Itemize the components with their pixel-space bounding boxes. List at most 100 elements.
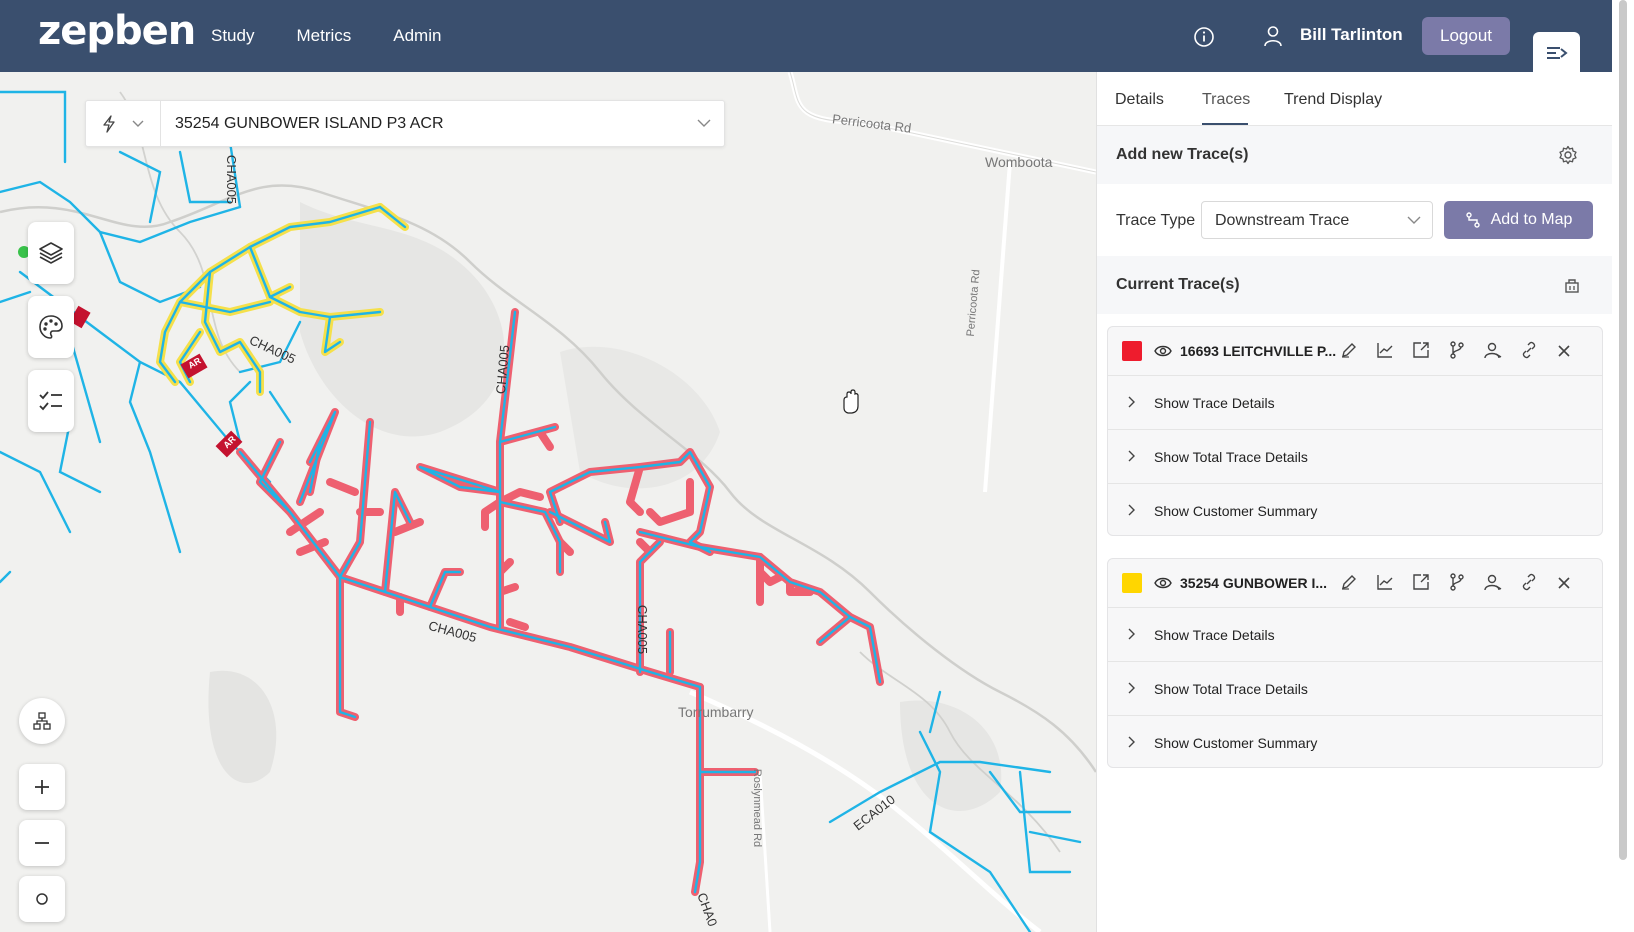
- zoom-to-icon[interactable]: [1412, 573, 1430, 591]
- zoom-in-button[interactable]: [19, 764, 65, 810]
- layers-button[interactable]: [28, 222, 74, 284]
- add-trace-header: Add new Trace(s): [1097, 126, 1613, 184]
- customer-icon[interactable]: [1484, 573, 1502, 591]
- feeder-selector[interactable]: 35254 GUNBOWER ISLAND P3 ACR: [85, 100, 725, 147]
- nav-admin[interactable]: Admin: [393, 26, 441, 46]
- hierarchy-icon: [33, 712, 51, 730]
- scrollbar-thumb[interactable]: [1619, 0, 1627, 860]
- trace-sidebar: Details Traces Trend Display Add new Tra…: [1096, 72, 1613, 932]
- row-label: Show Total Trace Details: [1154, 681, 1308, 697]
- feeder-label: CHA005: [224, 154, 240, 205]
- link-icon[interactable]: [1520, 341, 1538, 359]
- nav-metrics[interactable]: Metrics: [296, 26, 351, 46]
- chart-line-icon[interactable]: [1376, 573, 1394, 591]
- show-customer-summary-row[interactable]: Show Customer Summary: [1108, 483, 1602, 537]
- user-icon: [1263, 25, 1283, 51]
- chevron-down-icon[interactable]: [697, 119, 711, 128]
- chevron-down-icon: [1407, 216, 1421, 224]
- trace-card-header: 35254 GUNBOWER I...: [1108, 559, 1602, 607]
- user-name: Bill Tarlinton: [1300, 25, 1403, 44]
- row-label: Show Customer Summary: [1154, 503, 1318, 519]
- minus-icon: [35, 842, 49, 844]
- hierarchy-button[interactable]: [19, 698, 65, 744]
- edit-icon[interactable]: [1340, 573, 1358, 591]
- close-icon[interactable]: [1557, 344, 1571, 358]
- town-label: Torrumbarry: [678, 704, 754, 720]
- trace-type-select[interactable]: Downstream Trace: [1201, 201, 1433, 239]
- show-trace-details-row[interactable]: Show Trace Details: [1108, 607, 1602, 661]
- show-total-trace-details-row[interactable]: Show Total Trace Details: [1108, 661, 1602, 715]
- checklist-button[interactable]: [28, 370, 74, 432]
- logout-button[interactable]: Logout: [1422, 17, 1510, 55]
- chevron-right-icon: [1128, 450, 1135, 462]
- chevron-right-icon: [1128, 504, 1135, 516]
- tab-trend-display[interactable]: Trend Display: [1284, 91, 1382, 109]
- add-trace-title: Add new Trace(s): [1116, 146, 1249, 163]
- close-icon[interactable]: [1557, 576, 1571, 590]
- zoom-out-button[interactable]: [19, 820, 65, 866]
- trace-name: 35254 GUNBOWER I...: [1180, 575, 1328, 591]
- chevron-right-icon: [1128, 682, 1135, 694]
- add-to-map-label: Add to Map: [1490, 211, 1573, 228]
- row-label: Show Trace Details: [1154, 395, 1275, 411]
- trace-color-swatch[interactable]: [1122, 573, 1142, 593]
- checklist-icon: [39, 391, 62, 411]
- lightning-icon: [103, 114, 115, 133]
- branch-icon[interactable]: [1448, 341, 1466, 359]
- feeder-value: 35254 GUNBOWER ISLAND P3 ACR: [175, 114, 444, 132]
- trace-type-label: Trace Type: [1116, 212, 1196, 229]
- trace-type-value: Downstream Trace: [1215, 212, 1350, 229]
- layers-icon: [39, 242, 63, 264]
- town-label: Womboota: [985, 154, 1053, 170]
- chevron-right-icon: [1128, 628, 1135, 640]
- top-bar: zepben Study Metrics Admin Bill Tarlinto…: [0, 0, 1634, 74]
- tab-traces[interactable]: Traces: [1202, 91, 1250, 109]
- show-customer-summary-row[interactable]: Show Customer Summary: [1108, 715, 1602, 769]
- current-traces-title: Current Trace(s): [1116, 276, 1240, 293]
- feeder-type-dropdown[interactable]: [86, 101, 161, 146]
- gear-icon[interactable]: [1558, 145, 1578, 165]
- trace-card-header: 16693 LEITCHVILLE P...: [1108, 327, 1602, 375]
- plus-icon: [35, 780, 49, 794]
- info-icon[interactable]: [1193, 26, 1215, 52]
- row-label: Show Customer Summary: [1154, 735, 1318, 751]
- chart-line-icon[interactable]: [1376, 341, 1394, 359]
- zepben-logo[interactable]: zepben: [38, 8, 196, 54]
- eye-icon[interactable]: [1154, 576, 1172, 590]
- trace-card: 35254 GUNBOWER I... Show Trace Details S…: [1107, 558, 1603, 768]
- road-label: Roslynmead Rd: [751, 768, 764, 848]
- row-label: Show Total Trace Details: [1154, 449, 1308, 465]
- show-trace-details-row[interactable]: Show Trace Details: [1108, 375, 1602, 429]
- add-to-map-button[interactable]: Add to Map: [1444, 201, 1593, 239]
- panel-toggle-button[interactable]: [1533, 32, 1580, 74]
- current-traces-header: Current Trace(s): [1097, 256, 1613, 314]
- row-label: Show Trace Details: [1154, 627, 1275, 643]
- trace-name: 16693 LEITCHVILLE P...: [1180, 343, 1337, 359]
- main-nav: Study Metrics Admin: [211, 0, 441, 72]
- delete-all-icon[interactable]: [1564, 277, 1580, 293]
- sidebar-tabs: Details Traces Trend Display: [1097, 72, 1613, 126]
- palette-icon: [39, 315, 63, 339]
- trace-color-swatch[interactable]: [1122, 341, 1142, 361]
- trace-card: 16693 LEITCHVILLE P... Show Trace Detail…: [1107, 326, 1603, 536]
- edit-icon[interactable]: [1340, 341, 1358, 359]
- link-icon[interactable]: [1520, 573, 1538, 591]
- zoom-to-icon[interactable]: [1412, 341, 1430, 359]
- customer-icon[interactable]: [1484, 341, 1502, 359]
- active-tab-indicator: [1202, 123, 1248, 125]
- reset-north-button[interactable]: [19, 876, 65, 922]
- style-button[interactable]: [28, 296, 74, 358]
- collapse-panel-icon: [1546, 47, 1568, 59]
- chevron-right-icon: [1128, 396, 1135, 408]
- page-scrollbar[interactable]: [1612, 0, 1634, 932]
- show-total-trace-details-row[interactable]: Show Total Trace Details: [1108, 429, 1602, 483]
- chevron-right-icon: [1128, 736, 1135, 748]
- network-map[interactable]: [0, 72, 1096, 932]
- tab-details[interactable]: Details: [1115, 91, 1164, 109]
- eye-icon[interactable]: [1154, 344, 1172, 358]
- compass-icon: [36, 893, 48, 905]
- nav-study[interactable]: Study: [211, 26, 254, 46]
- trace-route-icon: [1465, 212, 1480, 228]
- map-view[interactable]: Perricoota Rd Womboota Perricoota Rd Tor…: [0, 72, 1096, 932]
- branch-icon[interactable]: [1448, 573, 1466, 591]
